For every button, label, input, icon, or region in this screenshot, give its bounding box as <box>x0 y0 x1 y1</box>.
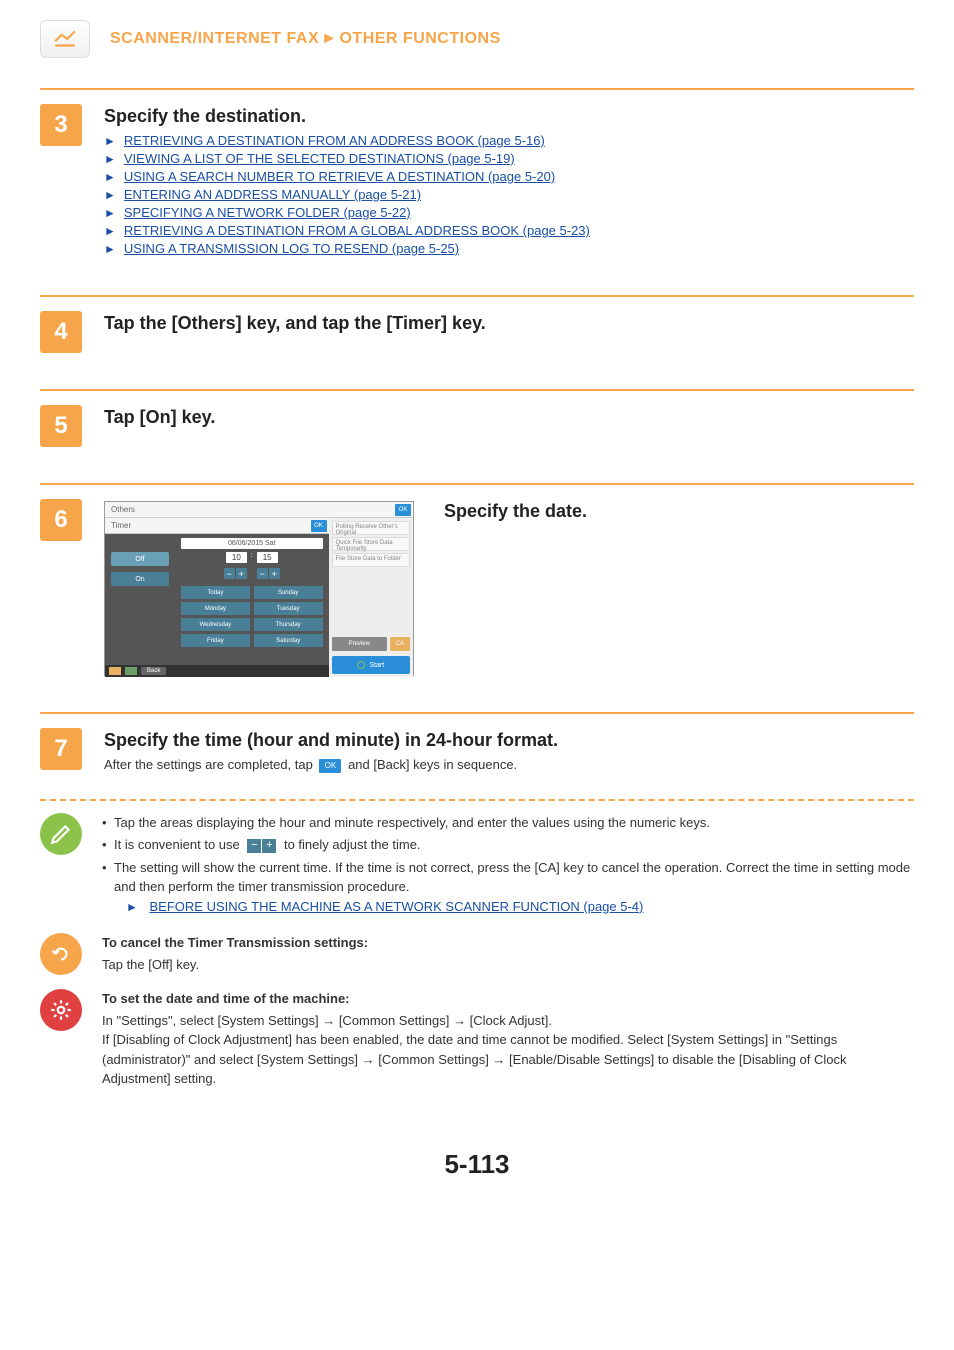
side-item[interactable]: File Store Data to Folder <box>332 553 410 567</box>
step-title: Tap [On] key. <box>104 407 914 428</box>
arrow-icon: ► <box>104 242 116 256</box>
day-button[interactable]: Sunday <box>254 586 323 599</box>
tip-item: It is convenient to use −+ to finely adj… <box>102 835 914 855</box>
day-button[interactable]: Tuesday <box>254 602 323 615</box>
step-3: 3 Specify the destination. ► RETRIEVING A… <box>40 100 914 277</box>
arrow-icon: ► <box>104 224 116 238</box>
link[interactable]: BEFORE USING THE MACHINE AS A NETWORK SC… <box>150 899 644 914</box>
arrow-icon: ► <box>104 170 116 184</box>
arrow-icon: ► <box>104 134 116 148</box>
preview-button[interactable]: Preview <box>332 637 387 651</box>
link[interactable]: ENTERING AN ADDRESS MANUALLY (page 5-21) <box>124 187 421 202</box>
step-4: 4 Tap the [Others] key, and tap the [Tim… <box>40 307 914 371</box>
link[interactable]: USING A TRANSMISSION LOG TO RESEND (page… <box>124 241 459 256</box>
breadcrumb-category: SCANNER/INTERNET FAX <box>110 30 319 47</box>
day-button[interactable]: Friday <box>181 634 250 647</box>
arrow-icon: ► <box>104 188 116 202</box>
side-item[interactable]: Quick File Store Data Temporarily <box>332 537 410 551</box>
divider <box>40 483 914 485</box>
breadcrumb: SCANNER/INTERNET FAX►OTHER FUNCTIONS <box>110 30 501 48</box>
step-title: Tap the [Others] key, and tap the [Timer… <box>104 313 914 334</box>
cancel-note: To cancel the Timer Transmission setting… <box>40 933 914 975</box>
step-number: 3 <box>40 104 82 146</box>
timer-header: TimerOK <box>105 518 329 534</box>
hour-value[interactable]: 10 <box>226 552 247 563</box>
step-number: 5 <box>40 405 82 447</box>
step-title: Specify the time (hour and minute) in 24… <box>104 730 914 751</box>
link[interactable]: RETRIEVING A DESTINATION FROM A GLOBAL A… <box>124 223 590 238</box>
tip-item: The setting will show the current time. … <box>102 858 914 917</box>
undo-icon <box>40 933 82 975</box>
plus-minus-icon: −+ <box>247 839 276 853</box>
step-number: 7 <box>40 728 82 770</box>
breadcrumb-section: OTHER FUNCTIONS <box>339 30 500 47</box>
off-toggle[interactable]: Off <box>111 552 169 566</box>
day-button[interactable]: Thursday <box>254 618 323 631</box>
ok-button[interactable]: OK <box>311 520 327 532</box>
link[interactable]: USING A SEARCH NUMBER TO RETRIEVE A DEST… <box>124 169 555 184</box>
start-button[interactable]: Start <box>332 656 410 674</box>
bottom-bar: Back <box>105 665 329 677</box>
step-title: Specify the date. <box>444 501 587 522</box>
tip-note: Tap the areas displaying the hour and mi… <box>40 813 914 920</box>
scanner-icon <box>40 20 90 58</box>
day-button[interactable]: Monday <box>181 602 250 615</box>
arrow-icon: ► <box>126 900 138 914</box>
link[interactable]: SPECIFYING A NETWORK FOLDER (page 5-22) <box>124 205 411 220</box>
step-number: 4 <box>40 311 82 353</box>
ca-button[interactable]: CA <box>390 637 410 651</box>
hour-stepper[interactable]: −+ <box>224 568 247 579</box>
step-3-links: ► RETRIEVING A DESTINATION FROM AN ADDRES… <box>104 133 914 256</box>
note-title: To cancel the Timer Transmission setting… <box>102 933 914 953</box>
link[interactable]: RETRIEVING A DESTINATION FROM AN ADDRESS… <box>124 133 545 148</box>
step-7: 7 Specify the time (hour and minute) in … <box>40 724 914 785</box>
minute-stepper[interactable]: −+ <box>257 568 280 579</box>
ok-icon: OK <box>319 759 341 773</box>
step-5: 5 Tap [On] key. <box>40 401 914 465</box>
note-body: In "Settings", select [System Settings] … <box>102 1011 914 1089</box>
page-header: SCANNER/INTERNET FAX►OTHER FUNCTIONS <box>0 0 954 70</box>
arrow-icon: ► <box>104 152 116 166</box>
minute-value[interactable]: 15 <box>257 552 278 563</box>
arrow-icon: ► <box>104 206 116 220</box>
step-6: 6 OthersOK TimerOK Off On <box>40 495 914 694</box>
day-button[interactable]: Saturday <box>254 634 323 647</box>
date-display: 06/06/2015 Sat <box>181 538 323 549</box>
divider <box>40 712 914 714</box>
pencil-icon <box>40 813 82 855</box>
settings-note: To set the date and time of the machine:… <box>40 989 914 1089</box>
on-toggle[interactable]: On <box>111 572 169 586</box>
gear-icon <box>40 989 82 1031</box>
note-title: To set the date and time of the machine: <box>102 989 914 1009</box>
link[interactable]: VIEWING A LIST OF THE SELECTED DESTINATI… <box>124 151 515 166</box>
step-subtitle: After the settings are completed, tap OK… <box>104 757 914 773</box>
divider <box>40 88 914 90</box>
day-button[interactable]: Wednesday <box>181 618 250 631</box>
breadcrumb-separator: ► <box>321 30 337 47</box>
page-number: 5-113 <box>40 1149 914 1180</box>
others-header: OthersOK <box>105 502 413 518</box>
note-body: Tap the [Off] key. <box>102 955 914 975</box>
ok-button[interactable]: OK <box>395 504 411 516</box>
step-number: 6 <box>40 499 82 541</box>
day-button[interactable]: Today <box>181 586 250 599</box>
tip-item: Tap the areas displaying the hour and mi… <box>102 813 914 833</box>
back-button[interactable]: Back <box>141 667 166 675</box>
divider <box>40 295 914 297</box>
timer-screen-thumbnail: OthersOK TimerOK Off On 06/06/2015 Sat <box>104 501 414 676</box>
dashed-divider <box>40 799 914 801</box>
step-title: Specify the destination. <box>104 106 914 127</box>
divider <box>40 389 914 391</box>
side-item[interactable]: Polling Receive Other's Original <box>332 521 410 535</box>
